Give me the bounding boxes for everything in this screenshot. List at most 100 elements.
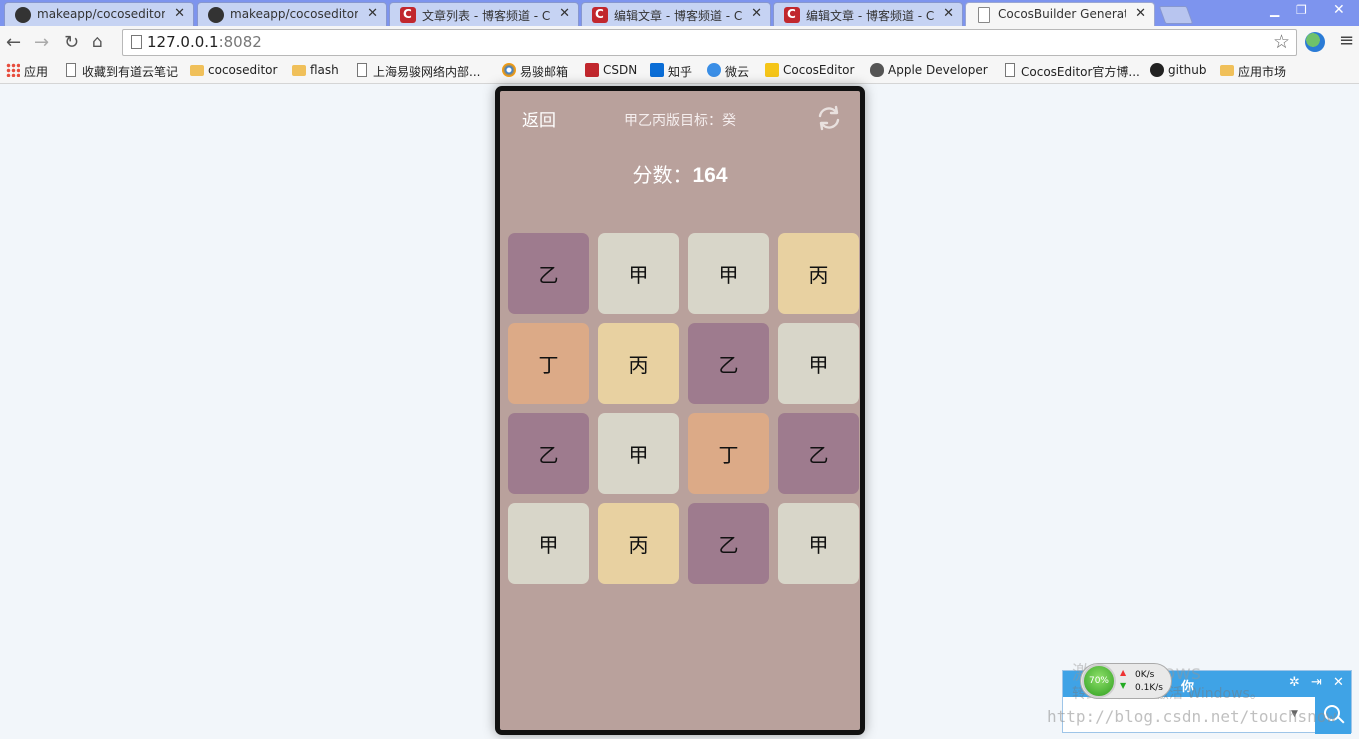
game-tile[interactable]: 甲	[688, 233, 769, 314]
bookmark-item[interactable]: 易骏邮箱	[502, 63, 568, 80]
page-icon	[131, 35, 142, 49]
zhihu-icon	[650, 63, 664, 77]
url-text: 127.0.0.1:8082	[147, 33, 262, 51]
pin-icon[interactable]: ⇥	[1311, 675, 1322, 690]
game-tile[interactable]: 丙	[598, 323, 679, 404]
menu-icon[interactable]: ≡	[1339, 30, 1354, 51]
folder-icon	[190, 65, 204, 76]
tab[interactable]: 编辑文章 - 博客频道 - CS ✕	[581, 2, 771, 26]
game-tile[interactable]: 丁	[508, 323, 589, 404]
github-icon	[208, 7, 224, 23]
back-arrow-icon[interactable]: ←	[6, 32, 21, 53]
new-tab-button[interactable]	[1158, 6, 1194, 24]
bookmark-item[interactable]: CSDN	[585, 63, 637, 77]
bookmark-item[interactable]: 应用市场	[1220, 63, 1286, 80]
game-tile[interactable]: 乙	[688, 323, 769, 404]
csdn-icon	[400, 7, 416, 23]
network-gauge: 70%	[1082, 664, 1116, 698]
bookmark-item[interactable]: 上海易骏网络内部...	[355, 63, 480, 80]
game-tile[interactable]: 甲	[598, 413, 679, 494]
tab-title: 编辑文章 - 博客频道 - CS	[806, 9, 934, 23]
score-label: 分数：	[632, 163, 693, 187]
game-tile[interactable]: 甲	[508, 503, 589, 584]
game-tile[interactable]: 甲	[778, 323, 859, 404]
tab-close-icon[interactable]: ✕	[943, 6, 954, 21]
bookmark-item[interactable]: github	[1150, 63, 1206, 77]
game-tile[interactable]: 丁	[688, 413, 769, 494]
bookmark-label: CocosEditor官方博...	[1021, 65, 1140, 79]
bookmark-item[interactable]: CocosEditor官方博...	[1003, 63, 1140, 80]
game-tile[interactable]: 乙	[688, 503, 769, 584]
window-close-icon[interactable]: ✕	[1333, 2, 1345, 18]
bookmark-label: 易骏邮箱	[520, 65, 569, 79]
bookmark-label: 知乎	[668, 65, 693, 79]
game-canvas[interactable]: 返回 甲乙丙版目标：癸 分数：164 乙甲甲丙丁丙乙甲乙甲丁乙甲丙乙甲	[495, 86, 865, 735]
game-tile[interactable]: 甲	[778, 503, 859, 584]
tab-close-icon[interactable]: ✕	[751, 6, 762, 21]
restore-icon[interactable]: ❐	[1296, 3, 1307, 17]
page-icon	[1005, 63, 1015, 77]
game-tile[interactable]: 丙	[778, 233, 859, 314]
page-icon	[357, 63, 367, 77]
tab[interactable]: makeapp/cocoseditor-p ✕	[197, 2, 387, 26]
github-icon	[15, 7, 31, 23]
bookmark-item[interactable]: Apple Developer	[870, 63, 988, 77]
game-tile[interactable]: 乙	[508, 413, 589, 494]
bookmark-label: 收藏到有道云笔记	[82, 65, 179, 79]
reload-icon[interactable]: ↻	[64, 32, 79, 53]
bookmark-item[interactable]: 应用	[6, 63, 48, 80]
tab-close-icon[interactable]: ✕	[1135, 6, 1146, 21]
bookmark-label: cocoseditor	[208, 63, 278, 77]
game-board[interactable]: 乙甲甲丙丁丙乙甲乙甲丁乙甲丙乙甲	[508, 233, 864, 589]
tab[interactable]: makeapp/cocoseditor- ✕	[4, 2, 194, 26]
bookmark-label: 应用市场	[1238, 65, 1287, 79]
bookmark-label: 应用	[24, 65, 49, 79]
bookmark-item[interactable]: 微云	[707, 63, 749, 80]
tab-title: 文章列表 - 博客频道 - CS	[422, 9, 550, 23]
tab-close-icon[interactable]: ✕	[367, 6, 378, 21]
download-speed: 0.1K/s	[1135, 683, 1163, 693]
tab[interactable]: CocosBuilder Generated ✕	[965, 2, 1155, 27]
tab-close-icon[interactable]: ✕	[174, 6, 185, 21]
widget-close-icon[interactable]: ✕	[1333, 675, 1344, 690]
tab-title: makeapp/cocoseditor-	[37, 7, 165, 21]
tab-strip: makeapp/cocoseditor- ✕ makeapp/cocoseditor…	[0, 0, 1359, 27]
game-tile[interactable]: 丙	[598, 503, 679, 584]
tab-close-icon[interactable]: ✕	[559, 6, 570, 21]
csdn-icon	[592, 7, 608, 23]
bookmark-item[interactable]: cocoseditor	[190, 63, 277, 77]
forward-arrow-icon[interactable]: →	[34, 32, 49, 53]
refresh-icon[interactable]	[816, 105, 842, 131]
tab[interactable]: 文章列表 - 博客频道 - CS ✕	[389, 2, 579, 26]
extension-globe-icon[interactable]	[1305, 32, 1325, 52]
bookmark-star-icon[interactable]: ☆	[1273, 31, 1290, 53]
bookmark-item[interactable]: flash	[292, 63, 339, 77]
game-tile[interactable]: 乙	[508, 233, 589, 314]
csdn-icon	[585, 63, 599, 77]
bookmark-label: 微云	[725, 65, 750, 79]
settings-icon[interactable]: ✲	[1289, 675, 1300, 690]
home-icon[interactable]: ⌂	[92, 32, 103, 52]
tab-title: CocosBuilder Generated	[998, 7, 1126, 21]
target-label: 甲乙丙版目标：癸	[624, 113, 736, 129]
bookmark-label: CocosEditor	[783, 63, 855, 77]
bookmark-label: 上海易骏网络内部...	[373, 65, 481, 79]
tab[interactable]: 编辑文章 - 博客频道 - CS ✕	[773, 2, 963, 26]
bookmark-label: Apple Developer	[888, 63, 988, 77]
bookmark-label: github	[1168, 63, 1207, 77]
tab-title: 编辑文章 - 博客频道 - CS	[614, 9, 742, 23]
download-arrow-icon: ▼	[1120, 681, 1127, 690]
apps-icon	[6, 63, 20, 77]
game-tile[interactable]: 乙	[778, 413, 859, 494]
bookmark-item[interactable]: 知乎	[650, 63, 692, 80]
minimize-icon[interactable]: ▁	[1270, 3, 1279, 17]
score-value: 164	[692, 164, 728, 187]
tab-title: makeapp/cocoseditor-p	[230, 7, 358, 21]
game-tile[interactable]: 甲	[598, 233, 679, 314]
bookmark-label: flash	[310, 63, 339, 77]
bookmark-item[interactable]: 收藏到有道云笔记	[64, 63, 178, 80]
page-icon	[978, 7, 990, 23]
bookmark-item[interactable]: CocosEditor	[765, 63, 854, 77]
network-monitor[interactable]: 70% ▲ 0K/s ▼ 0.1K/s	[1080, 663, 1172, 699]
address-bar[interactable]: 127.0.0.1:8082 ☆	[122, 29, 1297, 56]
